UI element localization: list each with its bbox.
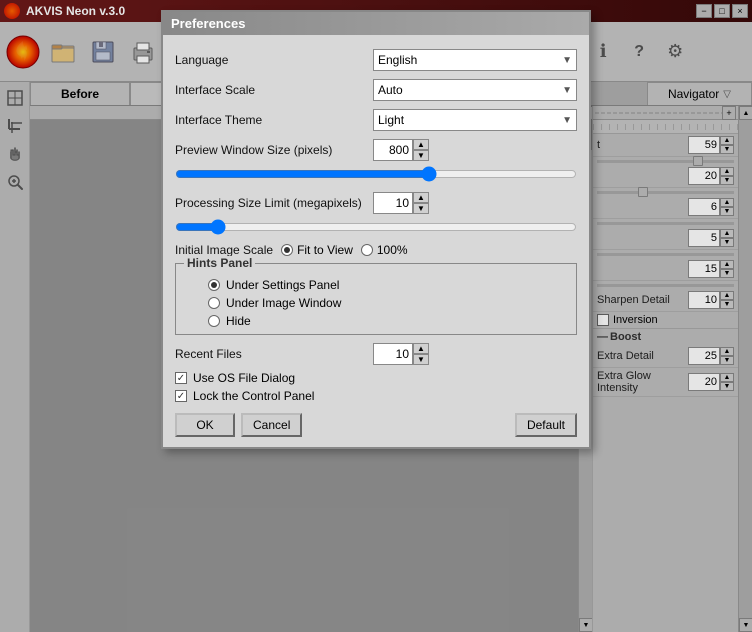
fit-to-view-radio[interactable]	[281, 244, 293, 256]
preview-size-slider[interactable]	[175, 167, 577, 181]
processing-limit-spinner[interactable]: 10 ▲ ▼	[373, 192, 429, 214]
preferences-title: Preferences	[163, 12, 589, 35]
language-select[interactable]: English ▼	[373, 49, 577, 71]
hints-hide-radio[interactable]	[208, 315, 220, 327]
preview-size-btns: ▲ ▼	[413, 139, 429, 161]
recent-files-down[interactable]: ▼	[413, 354, 429, 365]
preview-size-label: Preview Window Size (pixels)	[175, 143, 365, 157]
cancel-button[interactable]: Cancel	[241, 413, 302, 437]
hints-under-image-radio[interactable]	[208, 297, 220, 309]
hints-panel-group: Hints Panel Under Settings Panel Under I…	[175, 263, 577, 335]
hints-under-settings-row[interactable]: Under Settings Panel	[184, 276, 568, 294]
interface-theme-row: Interface Theme Light ▼	[163, 105, 589, 135]
processing-limit-btns: ▲ ▼	[413, 192, 429, 214]
percent100-radio[interactable]	[361, 244, 373, 256]
ok-button[interactable]: OK	[175, 413, 235, 437]
preferences-overlay: Preferences Language English ▼ Interface…	[0, 0, 752, 632]
recent-files-btns: ▲ ▼	[413, 343, 429, 365]
processing-limit-slider[interactable]	[175, 220, 577, 234]
percent100-option[interactable]: 100%	[361, 243, 408, 257]
hints-under-image-row[interactable]: Under Image Window	[184, 294, 568, 312]
theme-arrow-icon: ▼	[562, 115, 572, 126]
hints-hide-row[interactable]: Hide	[184, 312, 568, 330]
hints-hide-label: Hide	[226, 314, 251, 328]
lock-control-label: Lock the Control Panel	[193, 389, 314, 403]
processing-limit-slider-container[interactable]	[163, 218, 589, 241]
language-label: Language	[175, 53, 365, 67]
preferences-dialog: Preferences Language English ▼ Interface…	[161, 10, 591, 449]
use-os-dialog-row: ✓ Use OS File Dialog	[163, 369, 589, 387]
hints-under-settings-label: Under Settings Panel	[226, 278, 339, 292]
recent-files-label: Recent Files	[175, 347, 365, 361]
processing-limit-row: Processing Size Limit (megapixels) 10 ▲ …	[163, 188, 589, 218]
recent-files-val[interactable]: 10	[373, 343, 413, 365]
preview-size-slider-container[interactable]	[163, 165, 589, 188]
fit-to-view-label: Fit to View	[297, 243, 353, 257]
recent-files-up[interactable]: ▲	[413, 343, 429, 354]
preview-size-row: Preview Window Size (pixels) 800 ▲ ▼	[163, 135, 589, 165]
fit-to-view-option[interactable]: Fit to View	[281, 243, 353, 257]
preferences-buttons: OK Cancel Default	[163, 405, 589, 437]
recent-files-spinner[interactable]: 10 ▲ ▼	[373, 343, 429, 365]
scale-arrow-icon: ▼	[562, 85, 572, 96]
preview-size-up[interactable]: ▲	[413, 139, 429, 150]
processing-limit-down[interactable]: ▼	[413, 203, 429, 214]
hints-panel-title: Hints Panel	[184, 256, 255, 270]
default-button[interactable]: Default	[515, 413, 577, 437]
interface-scale-select[interactable]: Auto ▼	[373, 79, 577, 101]
processing-limit-label: Processing Size Limit (megapixels)	[175, 196, 365, 210]
processing-limit-up[interactable]: ▲	[413, 192, 429, 203]
hints-under-image-label: Under Image Window	[226, 296, 341, 310]
processing-limit-val[interactable]: 10	[373, 192, 413, 214]
hints-under-settings-radio[interactable]	[208, 279, 220, 291]
use-os-dialog-label: Use OS File Dialog	[193, 371, 295, 385]
interface-theme-label: Interface Theme	[175, 113, 365, 127]
use-os-dialog-checkbox[interactable]: ✓	[175, 372, 187, 384]
language-arrow-icon: ▼	[562, 55, 572, 66]
preview-size-spinner[interactable]: 800 ▲ ▼	[373, 139, 429, 161]
preview-size-val[interactable]: 800	[373, 139, 413, 161]
recent-files-row: Recent Files 10 ▲ ▼	[163, 339, 589, 369]
initial-scale-label: Initial Image Scale	[175, 243, 273, 257]
lock-control-row: ✓ Lock the Control Panel	[163, 387, 589, 405]
interface-scale-row: Interface Scale Auto ▼	[163, 75, 589, 105]
percent100-label: 100%	[377, 243, 408, 257]
interface-scale-label: Interface Scale	[175, 83, 365, 97]
preview-size-down[interactable]: ▼	[413, 150, 429, 161]
language-row: Language English ▼	[163, 45, 589, 75]
interface-theme-select[interactable]: Light ▼	[373, 109, 577, 131]
lock-control-checkbox[interactable]: ✓	[175, 390, 187, 402]
